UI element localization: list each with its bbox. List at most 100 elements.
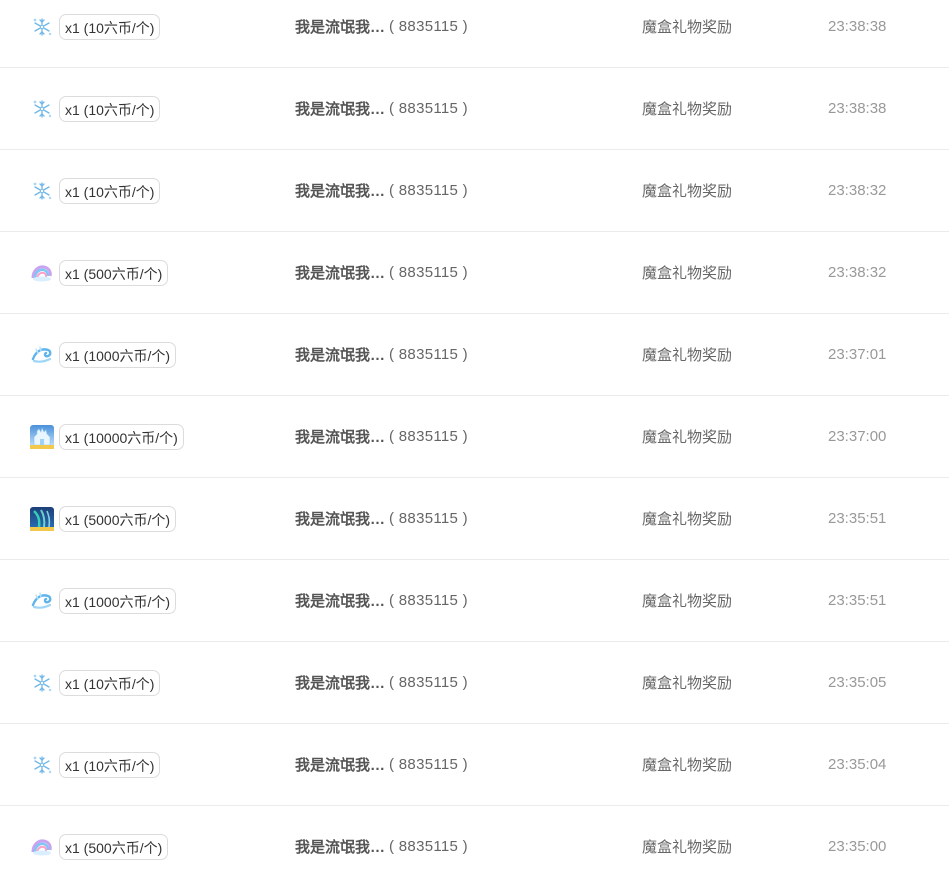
record-type: 魔盒礼物奖励 [642,511,733,528]
sender-cell: 我是流氓我… ( 8835115 ) [295,806,468,887]
sender-name[interactable]: 我是流氓我… [295,754,385,775]
sender-name[interactable]: 我是流氓我… [295,180,385,201]
gift-cell: x1 (1000六币/个) [30,560,177,641]
gift-cell: x1 (10六币/个) [30,68,161,149]
sender-id: ( 8835115 ) [389,592,468,609]
record-time: 23:38:32 [828,264,887,281]
aurora-gift-icon [30,506,54,531]
record-type: 魔盒礼物奖励 [642,101,733,118]
record-time: 23:35:00 [828,838,887,855]
sender-name[interactable]: 我是流氓我… [295,262,385,283]
gift-record-row: x1 (10六币/个) 我是流氓我… ( 8835115 ) 魔盒礼物奖励 23… [0,642,949,724]
record-time-cell: 23:35:51 [828,560,886,641]
record-time: 23:38:38 [828,100,887,117]
record-time: 23:35:05 [828,674,887,691]
record-type: 魔盒礼物奖励 [642,675,733,692]
gift-quantity-price-badge: x1 (10六币/个) [59,13,161,40]
snowflake-gift-icon [30,179,54,203]
sender-cell: 我是流氓我… ( 8835115 ) [295,232,468,313]
sender-name[interactable]: 我是流氓我… [295,98,385,119]
record-time-cell: 23:38:38 [828,68,886,149]
sender-cell: 我是流氓我… ( 8835115 ) [295,68,468,149]
gift-cell: x1 (10六币/个) [30,150,161,231]
sender-name[interactable]: 我是流氓我… [295,16,385,37]
sender-cell: 我是流氓我… ( 8835115 ) [295,0,468,67]
snowflake-gift-icon [30,15,54,39]
sender-name[interactable]: 我是流氓我… [295,836,385,857]
sender-name[interactable]: 我是流氓我… [295,590,385,611]
record-time-cell: 23:38:32 [828,232,886,313]
record-type: 魔盒礼物奖励 [642,265,733,282]
record-time-cell: 23:35:00 [828,806,886,887]
record-type: 魔盒礼物奖励 [642,839,733,856]
record-time: 23:37:01 [828,346,887,363]
record-time-cell: 23:38:38 [828,0,886,67]
sender-cell: 我是流氓我… ( 8835115 ) [295,478,468,559]
snowflake-gift-icon [30,753,54,777]
record-type-cell: 魔盒礼物奖励 [642,560,732,641]
record-type: 魔盒礼物奖励 [642,183,733,200]
record-type: 魔盒礼物奖励 [642,757,733,774]
gift-record-list: x1 (10六币/个) 我是流氓我… ( 8835115 ) 魔盒礼物奖励 23… [0,0,949,888]
sender-cell: 我是流氓我… ( 8835115 ) [295,560,468,641]
sender-id: ( 8835115 ) [389,510,468,527]
gift-quantity-price-badge: x1 (10六币/个) [59,751,161,778]
sender-cell: 我是流氓我… ( 8835115 ) [295,724,468,805]
ice-dragon-gift-icon [30,589,54,613]
record-type-cell: 魔盒礼物奖励 [642,68,732,149]
gift-record-row: x1 (1000六币/个) 我是流氓我… ( 8835115 ) 魔盒礼物奖励 … [0,560,949,642]
sender-name[interactable]: 我是流氓我… [295,426,385,447]
sender-cell: 我是流氓我… ( 8835115 ) [295,314,468,395]
gift-quantity-price-badge: x1 (1000六币/个) [59,341,177,368]
gift-record-row: x1 (500六币/个) 我是流氓我… ( 8835115 ) 魔盒礼物奖励 2… [0,232,949,314]
gift-record-row: x1 (1000六币/个) 我是流氓我… ( 8835115 ) 魔盒礼物奖励 … [0,314,949,396]
gift-quantity-price-badge: x1 (5000六币/个) [59,505,177,532]
record-type: 魔盒礼物奖励 [642,429,733,446]
sender-id: ( 8835115 ) [389,18,468,35]
snowflake-gift-icon [30,671,54,695]
gift-cell: x1 (10000六币/个) [30,396,184,477]
gift-quantity-price-badge: x1 (500六币/个) [59,259,169,286]
gift-record-row: x1 (5000六币/个) 我是流氓我… ( 8835115 ) 魔盒礼物奖励 … [0,478,949,560]
gift-cell: x1 (10六币/个) [30,642,161,723]
sender-name[interactable]: 我是流氓我… [295,672,385,693]
gift-record-row: x1 (10六币/个) 我是流氓我… ( 8835115 ) 魔盒礼物奖励 23… [0,724,949,806]
record-type-cell: 魔盒礼物奖励 [642,806,732,887]
gift-cell: x1 (500六币/个) [30,232,169,313]
sender-id: ( 8835115 ) [389,346,468,363]
gift-quantity-price-badge: x1 (10六币/个) [59,95,161,122]
gift-cell: x1 (500六币/个) [30,806,169,887]
gift-record-row: x1 (10六币/个) 我是流氓我… ( 8835115 ) 魔盒礼物奖励 23… [0,150,949,232]
record-type-cell: 魔盒礼物奖励 [642,478,732,559]
record-time: 23:35:04 [828,756,887,773]
sender-id: ( 8835115 ) [389,428,468,445]
gift-quantity-price-badge: x1 (1000六币/个) [59,587,177,614]
sender-id: ( 8835115 ) [389,182,468,199]
record-type-cell: 魔盒礼物奖励 [642,150,732,231]
sender-name[interactable]: 我是流氓我… [295,344,385,365]
record-type-cell: 魔盒礼物奖励 [642,0,732,67]
sender-id: ( 8835115 ) [389,838,468,855]
gift-record-row: x1 (10六币/个) 我是流氓我… ( 8835115 ) 魔盒礼物奖励 23… [0,0,949,68]
record-type-cell: 魔盒礼物奖励 [642,232,732,313]
record-type-cell: 魔盒礼物奖励 [642,724,732,805]
gift-cell: x1 (10六币/个) [30,0,161,67]
gift-quantity-price-badge: x1 (10六币/个) [59,177,161,204]
sender-cell: 我是流氓我… ( 8835115 ) [295,396,468,477]
record-time: 23:37:00 [828,428,887,445]
record-time: 23:35:51 [828,592,887,609]
record-time: 23:35:51 [828,510,887,527]
sender-cell: 我是流氓我… ( 8835115 ) [295,150,468,231]
record-time-cell: 23:37:01 [828,314,886,395]
rainbow-wave-gift-icon [30,835,54,859]
record-type: 魔盒礼物奖励 [642,347,733,364]
record-time-cell: 23:35:05 [828,642,886,723]
record-time: 23:38:38 [828,18,887,35]
sender-name[interactable]: 我是流氓我… [295,508,385,529]
gift-quantity-price-badge: x1 (10000六币/个) [59,423,184,450]
record-type-cell: 魔盒礼物奖励 [642,642,732,723]
gift-quantity-price-badge: x1 (500六币/个) [59,833,169,860]
sender-id: ( 8835115 ) [389,756,468,773]
rainbow-wave-gift-icon [30,261,54,285]
record-type-cell: 魔盒礼物奖励 [642,396,732,477]
